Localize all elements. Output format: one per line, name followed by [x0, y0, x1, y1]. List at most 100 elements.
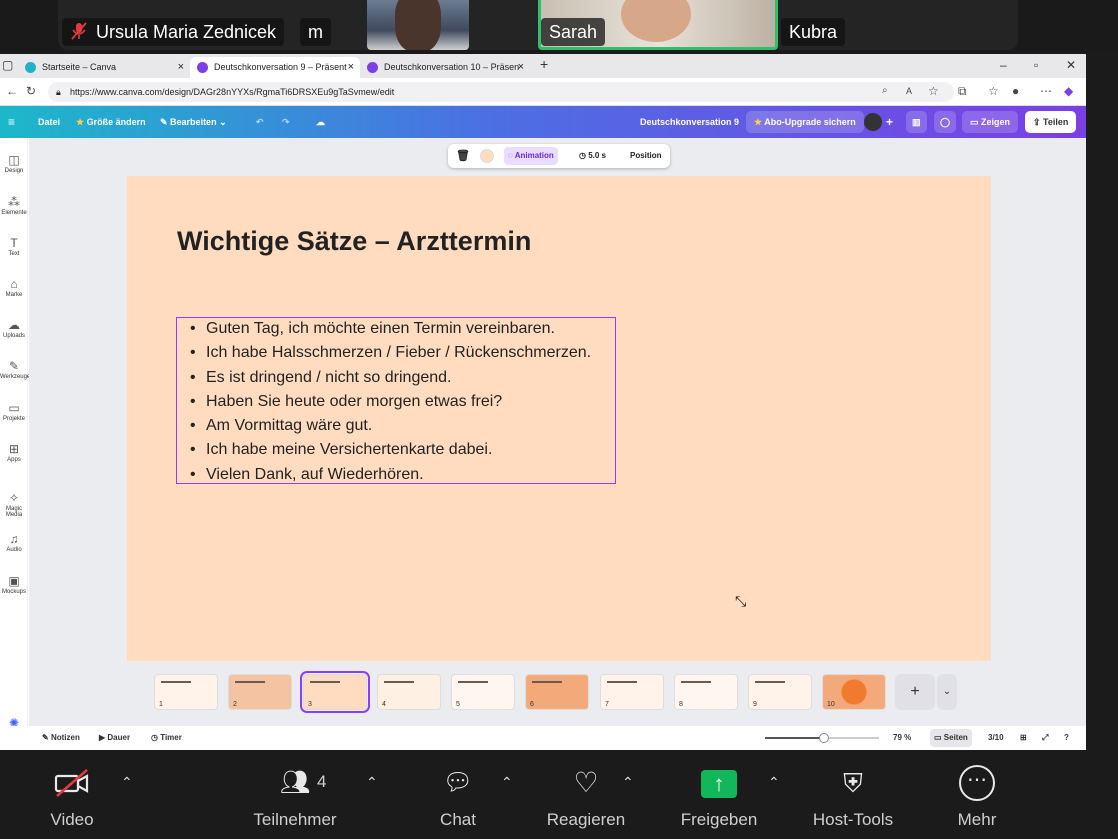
extensions-icon[interactable]: ⧉ [958, 84, 967, 99]
insights-icon[interactable]: ▥ [906, 111, 927, 133]
zoom-value[interactable]: 79 % [893, 726, 911, 750]
edit-menu[interactable]: ✎ Bearbeiten ⌄ [160, 106, 227, 138]
rail-magic-media[interactable]: ✧ Magic Media [0, 490, 28, 518]
document-title[interactable]: Deutschkonversation 9 [640, 106, 739, 138]
page-thumbnail[interactable]: 8 [674, 674, 738, 710]
url-field[interactable]: 🔒︎ https://www.canva.com/design/DAGr28nY… [48, 82, 954, 102]
page-number: 10 [827, 701, 835, 708]
rail-projects[interactable]: ▭ Projekte [0, 400, 28, 422]
participants-options-caret-icon[interactable]: ⌃ [366, 774, 378, 791]
read-aloud-icon[interactable]: A [906, 86, 912, 96]
minimize-icon[interactable]: – [1000, 58, 1007, 72]
timer-button[interactable]: ◷ Timer [151, 726, 182, 750]
participant-tile-kubra[interactable]: Kubra [781, 18, 846, 46]
animation-button[interactable]: ◌ Animation [504, 147, 558, 165]
video-options-caret-icon[interactable]: ⌃ [121, 774, 133, 791]
position-button[interactable]: Position [630, 144, 662, 168]
rail-design[interactable]: ◫ Design [0, 152, 28, 174]
page-thumbnail[interactable]: 2 [228, 674, 292, 710]
page-thumbnail[interactable]: 10 [822, 674, 886, 710]
undo-icon[interactable]: ↶ [256, 106, 264, 138]
page-thumbnail[interactable]: 4 [377, 674, 441, 710]
avatar[interactable] [864, 113, 882, 131]
favorites-icon[interactable]: ☆ [988, 84, 999, 98]
expand-pages-button[interactable]: ⌄ [937, 674, 957, 710]
duration-status-button[interactable]: ▶ Dauer [99, 726, 130, 750]
profile-icon[interactable]: ● [1012, 84, 1019, 98]
share-options-caret-icon[interactable]: ⌃ [768, 774, 780, 791]
resize-button[interactable]: ★ Größe ändern [76, 106, 146, 138]
rail-audio[interactable]: ♫ Audio [0, 531, 28, 553]
page-number: 5 [456, 701, 460, 708]
page-thumbnail-current[interactable]: 3 [300, 671, 370, 713]
favorite-star-icon[interactable]: ☆ [928, 84, 939, 98]
chat-options-caret-icon[interactable]: ⌃ [501, 774, 513, 791]
tab-actions-icon[interactable]: ▢ [2, 58, 13, 72]
rail-text[interactable]: T Text [0, 235, 28, 257]
host-tools-button[interactable]: ⛨ Host-Tools [806, 750, 900, 839]
present-button[interactable]: ▭ Zeigen [962, 111, 1019, 133]
more-button[interactable]: ⋯ Mehr [950, 750, 1004, 839]
browser-window: ▢ Startseite – Canva × Deutschkonversati… [0, 54, 1086, 750]
fullscreen-icon[interactable]: ⤢ [1042, 726, 1048, 750]
zoom-slider-handle[interactable] [819, 733, 830, 743]
rail-elements[interactable]: ⁂ Elemente [0, 194, 28, 216]
bullet-text-box[interactable]: Guten Tag, ich möchte einen Termin verei… [176, 317, 616, 487]
pages-view-button[interactable]: ▭ Seiten [930, 729, 972, 747]
video-toggle-button[interactable]: Video [40, 750, 104, 839]
duration-button[interactable]: ◷ 5.0 s [579, 144, 606, 168]
cloud-saved-icon[interactable]: ☁ [316, 106, 325, 138]
tab-deutschkonversation-10[interactable]: Deutschkonversation 10 – Präsen × [360, 57, 530, 78]
color-swatch[interactable] [480, 149, 494, 163]
add-page-button[interactable]: + [895, 674, 935, 710]
participant-video-m[interactable] [367, 0, 469, 50]
restore-icon[interactable]: ▫ [1034, 58, 1038, 72]
back-icon[interactable]: ← [6, 84, 18, 98]
share-screen-button[interactable]: ↑ Freigeben [674, 750, 764, 839]
element-context-bar: 🗑︎ ◌ Animation ◷ 5.0 s Position [448, 144, 670, 168]
page-thumbnail[interactable]: 1 [154, 674, 218, 710]
participant-tile-sarah[interactable]: Sarah [541, 18, 606, 46]
page-thumbnail[interactable]: 6 [525, 674, 589, 710]
rail-apps[interactable]: ⊞ Apps [0, 441, 28, 463]
share-button[interactable]: ⇪ Teilen [1025, 111, 1077, 133]
close-icon[interactable]: × [518, 57, 524, 78]
slide-canvas[interactable]: Wichtige Sätze – Arzttermin Guten Tag, i… [127, 176, 991, 661]
rail-tools[interactable]: ✎ Werkzeuge [0, 358, 30, 380]
slide-title[interactable]: Wichtige Sätze – Arzttermin [177, 226, 531, 257]
zoom-slider[interactable] [765, 733, 879, 743]
reload-icon[interactable]: ↻ [26, 84, 36, 98]
react-options-caret-icon[interactable]: ⌃ [622, 774, 634, 791]
chat-button[interactable]: 💬︎ Chat [430, 750, 486, 839]
file-menu[interactable]: Datei [38, 106, 60, 138]
comment-icon[interactable]: ◯ [934, 111, 957, 133]
page-thumbnail[interactable]: 7 [600, 674, 664, 710]
redo-icon[interactable]: ↷ [282, 106, 290, 138]
tab-deutschkonversation-9[interactable]: Deutschkonversation 9 – Präsent × [190, 57, 360, 78]
page-thumbnail[interactable]: 9 [748, 674, 812, 710]
grid-view-icon[interactable]: ⊞ [1020, 726, 1027, 750]
copilot-icon[interactable]: ◆ [1064, 84, 1073, 98]
participant-tile-m[interactable]: m [300, 18, 331, 46]
close-icon[interactable]: × [178, 57, 184, 78]
rail-uploads[interactable]: ☁ Uploads [0, 317, 28, 339]
more-icon[interactable]: ⋯ [1040, 84, 1052, 98]
close-icon[interactable]: × [348, 57, 354, 78]
help-icon[interactable]: ? [1064, 726, 1069, 750]
participants-button[interactable]: 👥︎ 4 Teilnehmer [240, 750, 350, 839]
upgrade-button[interactable]: ★ Abo-Upgrade sichern [746, 111, 864, 133]
zoom-search-icon[interactable]: ⌕ [882, 85, 888, 96]
menu-icon[interactable]: ≡ [8, 106, 15, 138]
window-close-icon[interactable]: ✕ [1066, 58, 1076, 72]
trash-icon[interactable]: 🗑︎ [456, 144, 470, 168]
notes-button[interactable]: ✎ Notizen [42, 726, 80, 750]
page-thumbnail[interactable]: 5 [451, 674, 515, 710]
add-collaborator-icon[interactable]: + [886, 106, 893, 138]
react-button[interactable]: ♡ Reagieren [540, 750, 632, 839]
tab-startseite[interactable]: Startseite – Canva × [18, 57, 190, 78]
thumb-text-line [755, 681, 785, 683]
new-tab-icon[interactable]: + [540, 56, 548, 72]
rail-brand[interactable]: ⌂ Marke [0, 276, 28, 298]
participant-tile-ursula[interactable]: Ursula Maria Zednicek [62, 18, 285, 46]
rail-mockups[interactable]: ▣ Mockups [0, 573, 28, 595]
